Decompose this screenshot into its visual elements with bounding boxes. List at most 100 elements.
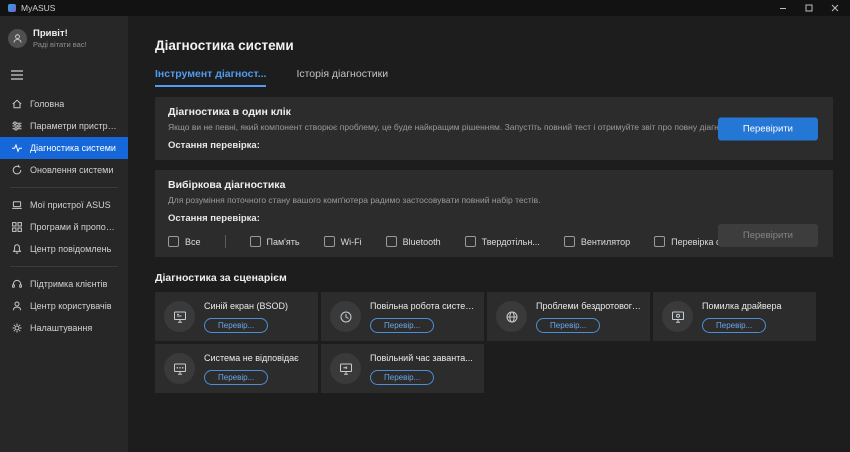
checkbox-bluetooth[interactable]: Bluetooth — [386, 236, 441, 247]
not-responding-icon — [164, 353, 195, 384]
settings-icon — [11, 322, 23, 334]
checkbox-label: Пам'ять — [267, 237, 300, 247]
custom-last-check-label: Остання перевірка: — [168, 213, 820, 224]
sidebar-item-label: Оновлення системи — [30, 165, 113, 175]
tab-diagnostic-tool[interactable]: Інструмент діагност... — [155, 68, 266, 87]
update-icon — [11, 164, 23, 176]
sidebar-item-system-update[interactable]: Оновлення системи — [0, 159, 128, 181]
checkbox-label: Твердотільн... — [482, 237, 540, 247]
main-content: Діагностика системи Інструмент діагност.… — [128, 16, 850, 452]
one-click-check-button[interactable]: Перевірити — [718, 117, 818, 140]
user-center-icon — [11, 300, 23, 312]
slow-system-icon — [330, 301, 361, 332]
sidebar-item-settings[interactable]: Налаштування — [0, 317, 128, 339]
custom-diagnostics-card: Вибіркова діагностика Для розуміння пото… — [155, 170, 833, 257]
scenario-title: Помилка драйвера — [702, 301, 782, 311]
one-click-description: Якщо ви не певні, який компонент створює… — [168, 122, 728, 132]
avatar — [8, 29, 27, 48]
checkbox-all[interactable]: Все — [168, 236, 201, 247]
app-title: MyASUS — [21, 3, 55, 13]
one-click-diagnostics-card: Діагностика в один клік Якщо ви не певні… — [155, 97, 833, 160]
sidebar-item-label: Діагностика системи — [30, 143, 116, 153]
wireless-icon — [496, 301, 527, 332]
checkbox-fan[interactable]: Вентилятор — [564, 236, 630, 247]
sidebar: Привіт! Раді вітати вас! Головна — [0, 16, 128, 452]
titlebar: MyASUS — [0, 0, 850, 16]
checkbox-system-check[interactable]: Перевірка с... — [654, 236, 728, 247]
scenario-grid: Синій екран (BSOD) Перевір... Повільна р… — [155, 292, 833, 393]
notifications-icon — [11, 243, 23, 255]
sidebar-item-customer-support[interactable]: Підтримка клієнтів — [0, 273, 128, 295]
scenario-check-button[interactable]: Перевір... — [370, 318, 434, 333]
sidebar-item-apps-offers[interactable]: Програми й пропозиції від... — [0, 216, 128, 238]
checkbox-icon[interactable] — [250, 236, 261, 247]
sidebar-item-label: Підтримка клієнтів — [30, 279, 107, 289]
checkbox-divider — [225, 235, 226, 248]
checkbox-icon[interactable] — [465, 236, 476, 247]
scenario-check-button[interactable]: Перевір... — [204, 370, 268, 385]
sidebar-item-home[interactable]: Головна — [0, 93, 128, 115]
scenario-section-title: Діагностика за сценарієм — [155, 272, 833, 284]
scenario-title: Синій екран (BSOD) — [204, 301, 288, 311]
close-icon[interactable] — [830, 3, 840, 13]
checkbox-icon[interactable] — [564, 236, 575, 247]
support-icon — [11, 278, 23, 290]
sliders-icon — [11, 120, 23, 132]
scenario-card-slow-boot: Повільний час заванта... Перевір... — [321, 344, 484, 393]
sidebar-item-label: Головна — [30, 99, 64, 109]
app-logo-icon — [8, 4, 16, 12]
scenario-title: Повільний час заванта... — [370, 353, 473, 363]
scenario-check-button[interactable]: Перевір... — [204, 318, 268, 333]
checkbox-icon[interactable] — [386, 236, 397, 247]
sidebar-item-device-settings[interactable]: Параметри пристрою — [0, 115, 128, 137]
page-title: Діагностика системи — [155, 38, 833, 53]
myasus-window: MyASUS Привіт! Раді вітати вас! — [0, 0, 850, 452]
slow-boot-icon — [330, 353, 361, 384]
custom-title: Вибіркова діагностика — [168, 179, 820, 191]
sidebar-divider — [10, 266, 118, 267]
scenario-card-not-responding: Система не відповідає Перевір... — [155, 344, 318, 393]
checkbox-label: Wi-Fi — [341, 237, 362, 247]
sidebar-item-label: Мої пристрої ASUS — [30, 200, 111, 210]
checkbox-icon[interactable] — [168, 236, 179, 247]
checkbox-ssd[interactable]: Твердотільн... — [465, 236, 540, 247]
sidebar-item-label: Центр повідомлень — [30, 244, 111, 254]
scenario-title: Повільна робота системи — [370, 301, 475, 311]
home-icon — [11, 98, 23, 110]
scenario-card-slow-system: Повільна робота системи Перевір... — [321, 292, 484, 341]
sidebar-item-user-center[interactable]: Центр користувачів — [0, 295, 128, 317]
sidebar-divider — [10, 187, 118, 188]
sidebar-item-label: Центр користувачів — [30, 301, 112, 311]
diagnostics-icon — [11, 142, 23, 154]
greeting-title: Привіт! — [33, 28, 87, 39]
scenario-card-wireless: Проблеми бездротового... Перевір... — [487, 292, 650, 341]
sidebar-item-label: Налаштування — [30, 323, 92, 333]
checkbox-wifi[interactable]: Wi-Fi — [324, 236, 362, 247]
maximize-icon[interactable] — [804, 3, 814, 13]
scenario-card-bsod: Синій екран (BSOD) Перевір... — [155, 292, 318, 341]
bsod-icon — [164, 301, 195, 332]
scenario-check-button[interactable]: Перевір... — [702, 318, 766, 333]
sidebar-item-label: Програми й пропозиції від... — [30, 222, 117, 232]
user-profile[interactable]: Привіт! Раді вітати вас! — [0, 24, 128, 57]
menu-toggle-icon[interactable] — [0, 57, 128, 93]
devices-icon — [11, 199, 23, 211]
sidebar-item-my-devices[interactable]: Мої пристрої ASUS — [0, 194, 128, 216]
one-click-last-check-label: Остання перевірка: — [168, 140, 820, 151]
sidebar-item-diagnostics[interactable]: Діагностика системи — [0, 137, 128, 159]
tab-diagnostic-history[interactable]: Історія діагностики — [296, 68, 388, 87]
scenario-check-button[interactable]: Перевір... — [536, 318, 600, 333]
minimize-icon[interactable] — [778, 3, 788, 13]
checkbox-icon[interactable] — [324, 236, 335, 247]
checkbox-label: Вентилятор — [581, 237, 630, 247]
scenario-title: Проблеми бездротового... — [536, 301, 641, 311]
scenario-check-button[interactable]: Перевір... — [370, 370, 434, 385]
checkbox-memory[interactable]: Пам'ять — [250, 236, 300, 247]
scenario-title: Система не відповідає — [204, 353, 299, 363]
checkbox-label: Bluetooth — [403, 237, 441, 247]
sidebar-item-label: Параметри пристрою — [30, 121, 117, 131]
tab-bar: Інструмент діагност... Історія діагности… — [155, 68, 833, 87]
sidebar-item-notifications[interactable]: Центр повідомлень — [0, 238, 128, 260]
checkbox-icon[interactable] — [654, 236, 665, 247]
custom-check-button[interactable]: Перевірити — [718, 224, 818, 247]
